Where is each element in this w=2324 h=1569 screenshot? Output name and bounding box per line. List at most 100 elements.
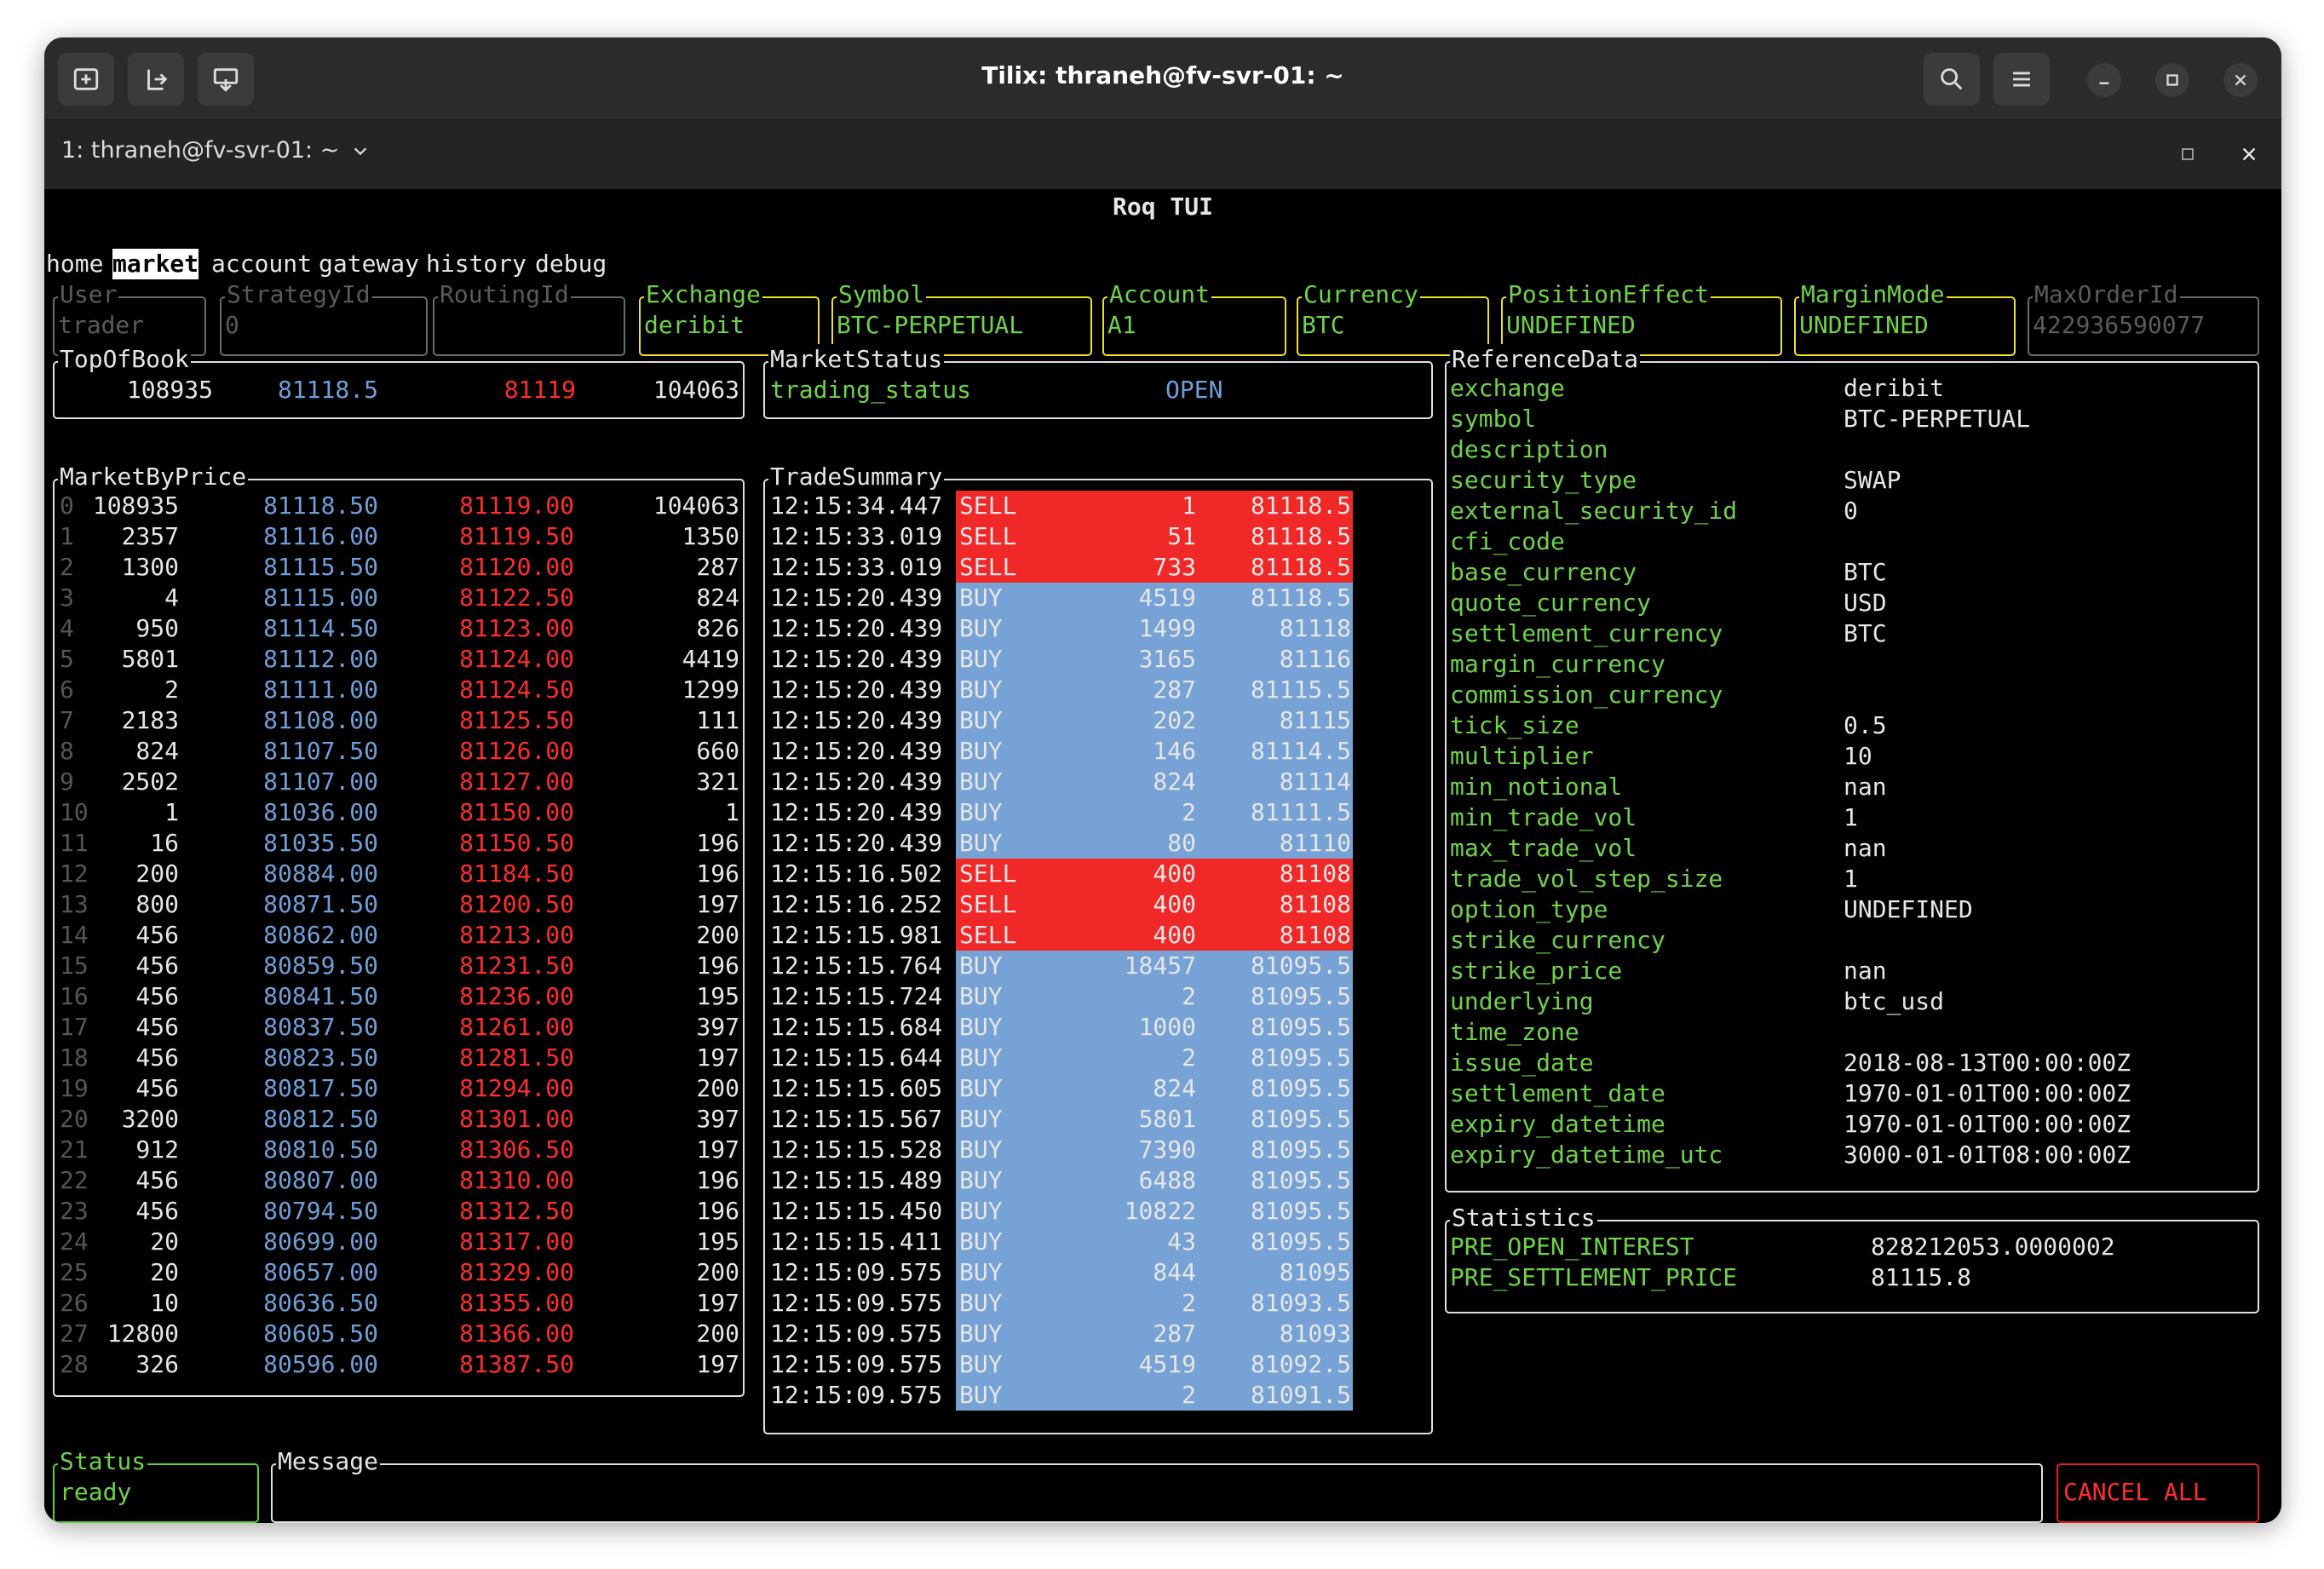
status-value: ready [60,1478,132,1506]
session-tab-label: 1: thraneh@fv-svr-01: ~ [61,137,340,164]
nav-item-debug[interactable]: debug [535,249,607,279]
mbp-ask-price: 81281.50 [459,1043,574,1072]
mbp-bid-price: 80596.00 [263,1350,378,1378]
search-icon [1941,68,1963,90]
trade-price: 81095.5 [1250,951,1351,980]
message-input[interactable]: Message [271,1446,2043,1523]
close-terminal-icon [2242,147,2256,161]
ref-value: 2018-08-13T00:00:00Z [1844,1049,2131,1077]
trade-price: 81118.5 [1250,583,1351,612]
nav-item-account[interactable]: account [211,249,312,279]
trade-time: 12:15:20.439 [770,829,943,857]
ref-key: symbol [1450,405,1537,433]
mbp-ask-price: 81126.00 [459,737,574,765]
ref-value: 0.5 [1844,711,1887,739]
terminal-window: Tilix: thraneh@fv-svr-01: ~ 1: thraneh@f… [44,37,2281,1523]
close-button[interactable] [2223,63,2258,97]
mbp-bid-price: 80841.50 [263,982,378,1010]
terminal-area[interactable]: Roq TUI home market account gateway history d… [44,189,2281,1523]
mbp-bid-qty: 824 [135,737,179,765]
ref-key: strike_currency [1450,926,1665,954]
mbp-ask-price: 81329.00 [459,1258,574,1286]
field-user-value: trader [58,311,145,339]
ref-key: external_security_id [1450,497,1738,525]
mbp-ask-price: 81120.00 [459,553,574,581]
mbp-ask-price: 81366.00 [459,1319,574,1348]
mbp-ask-qty: 196 [696,859,739,888]
table-row: 12:15:09.575 BUY 2 81091.5 [765,1380,1431,1411]
field-user-label: User [58,279,119,310]
field-marginmode[interactable]: MarginMode UNDEFINED [1794,279,2016,356]
mbp-level: 4 [60,614,74,642]
title-bar: Tilix: thraneh@fv-svr-01: ~ [44,37,2281,119]
table-row: 12:15:15.567 BUY 5801 81095.5 [765,1104,1431,1135]
nav-item-history[interactable]: history [426,249,526,279]
table-row: 1 2357 81116.00 81119.50 1350 [55,521,743,552]
mbp-bid-price: 80823.50 [263,1043,378,1072]
mbp-bid-qty: 20 [150,1258,179,1286]
table-row: 3 4 81115.00 81122.50 824 [55,583,743,613]
field-strategyid-value: 0 [225,311,239,339]
menu-button[interactable] [1993,53,2050,106]
mbp-ask-qty: 1 [725,798,739,826]
table-row: 20 3200 80812.50 81301.00 397 [55,1104,743,1135]
top-of-book-label: TopOfBook [58,344,191,375]
maximize-terminal-button[interactable] [2171,137,2205,171]
mbp-level: 2 [60,553,74,581]
field-account-value: A1 [1107,311,1136,339]
table-row: 12:15:16.502 SELL 400 81108 [765,859,1431,889]
trade-side: BUY [959,767,1003,796]
ref-key: underlying [1450,987,1594,1015]
trade-time: 12:15:09.575 [770,1258,943,1286]
field-maxorderid-label: MaxOrderId [2033,279,2180,310]
nav-item-home[interactable]: home [46,249,103,279]
trade-time: 12:15:15.605 [770,1074,943,1102]
table-row: 14 456 80862.00 81213.00 200 [55,920,743,951]
list-item: settlement_date 1970-01-01T00:00:00Z [1447,1078,2258,1109]
mbp-ask-qty: 824 [696,583,739,612]
session-tab[interactable]: 1: thraneh@fv-svr-01: ~ [61,137,370,164]
field-strategyid[interactable]: StrategyId 0 [220,279,428,356]
table-row: 12:15:15.450 BUY 10822 81095.5 [765,1196,1431,1227]
mbp-bid-qty: 2357 [121,522,179,550]
trade-price: 81114.5 [1250,737,1351,765]
table-row: 2 1300 81115.50 81120.00 287 [55,552,743,583]
list-item: expiry_datetime_utc 3000-01-01T08:00:00Z [1447,1140,2258,1170]
trade-side: BUY [959,675,1003,704]
field-maxorderid[interactable]: MaxOrderId 422936590077 [2028,279,2259,356]
nav-item-market[interactable]: market [112,249,199,279]
ref-key: min_notional [1450,773,1623,801]
trade-price: 81116 [1279,645,1351,673]
mbp-ask-qty: 197 [696,1135,739,1164]
search-button[interactable] [1924,53,1980,106]
mbp-bid-price: 80605.50 [263,1319,378,1348]
nav-item-gateway[interactable]: gateway [319,249,419,279]
trade-side: BUY [959,645,1003,673]
field-account[interactable]: Account A1 [1102,279,1286,356]
list-item: settlement_currency BTC [1447,618,2258,649]
field-exchange-label: Exchange [644,279,762,310]
cancel-all-button[interactable]: CANCEL ALL [2057,1463,2259,1523]
ref-value: USD [1844,589,1887,617]
mbp-ask-qty: 200 [696,1258,739,1286]
table-row: 8 824 81107.50 81126.00 660 [55,736,743,767]
list-item: time_zone [1447,1017,2258,1048]
mbp-bid-qty: 456 [135,1013,179,1041]
close-terminal-button[interactable] [2232,137,2266,171]
trade-price: 81095.5 [1250,1074,1351,1102]
table-row: 27 12800 80605.50 81366.00 200 [55,1319,743,1349]
field-routingid[interactable]: RoutingId [433,279,625,356]
trade-price: 81115.5 [1250,675,1351,704]
trade-side: BUY [959,737,1003,765]
mbp-ask-price: 81317.00 [459,1227,574,1256]
ref-value: nan [1844,773,1887,801]
table-row: 18 456 80823.50 81281.50 197 [55,1043,743,1073]
trade-qty: 824 [1153,767,1196,796]
minimize-button[interactable] [2087,63,2121,97]
reference-data-label: ReferenceData [1450,344,1641,375]
trade-side: BUY [959,982,1003,1010]
market-by-price-panel: MarketByPrice 0 108935 81118.50 81119.00 104… [53,462,745,1397]
trade-price: 81108 [1279,859,1351,888]
mbp-bid-qty: 456 [135,921,179,949]
maximize-button[interactable] [2155,63,2189,97]
